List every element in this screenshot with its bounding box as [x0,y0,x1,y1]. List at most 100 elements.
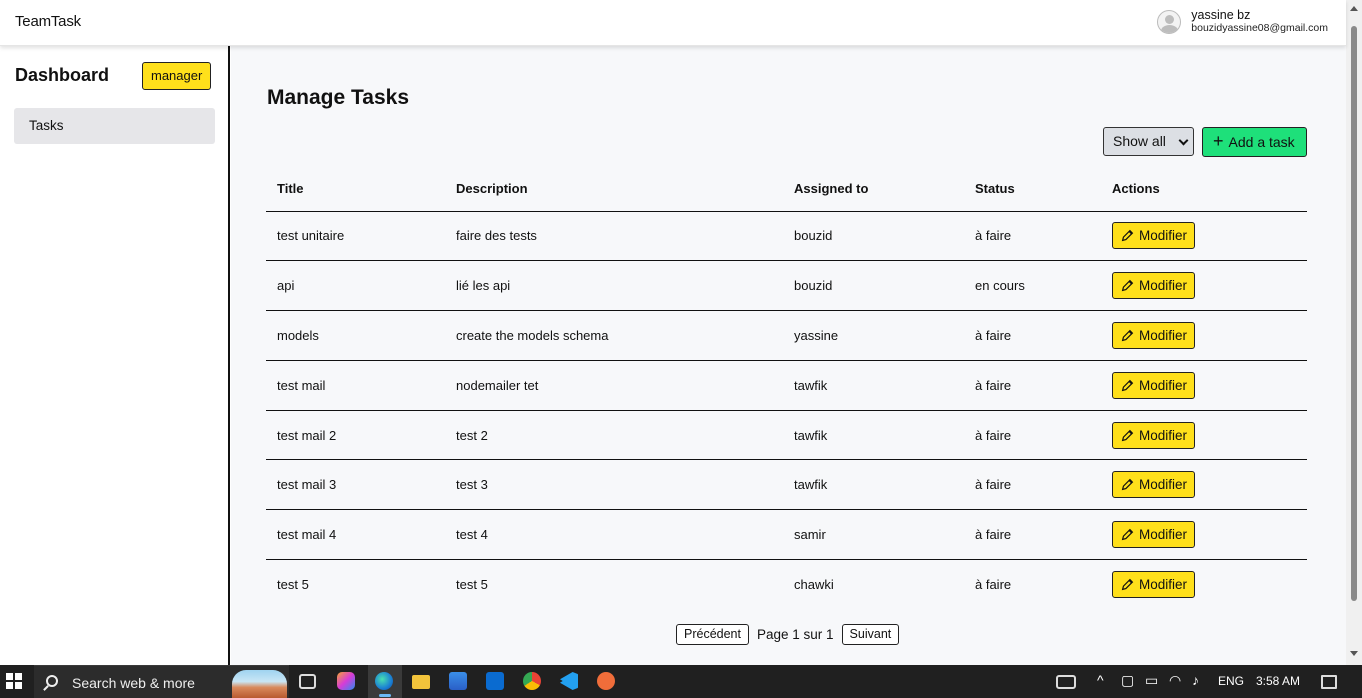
postman-icon[interactable] [597,672,615,690]
task-status: à faire [964,410,1101,461]
task-assignee: tawfik [783,459,964,511]
chrome-icon[interactable] [523,672,541,690]
user-email: bouzidyassine08@gmail.com [1191,22,1328,34]
file-explorer-icon[interactable] [412,675,430,689]
modify-button[interactable]: Modifier [1112,521,1196,549]
outlook-icon[interactable] [486,672,504,690]
task-status: en cours [964,260,1101,312]
news-widget-icon[interactable] [1056,675,1076,689]
task-title: test mail 3 [266,459,445,511]
task-title: test mail 4 [266,509,445,561]
clock[interactable]: 3:58 AM [1256,674,1300,688]
table-row: models create the models schema yassine … [266,310,1307,361]
device-icon[interactable]: ▢ [1121,672,1134,689]
pencil-icon [1121,429,1134,441]
search-icon [46,675,58,687]
chevron-down-icon [1178,135,1189,146]
edge-icon[interactable] [375,672,393,690]
scroll-up-icon[interactable] [1350,6,1358,11]
pencil-icon [1121,528,1134,541]
windows-start-icon[interactable] [6,673,22,689]
status-filter-select[interactable]: Show all [1103,127,1194,156]
wifi-icon[interactable]: ◠ [1169,672,1181,689]
task-actions: Modifier [1101,509,1307,561]
modify-button[interactable]: Modifier [1112,321,1196,349]
modify-button[interactable]: Modifier [1112,571,1196,599]
task-description: faire des tests [445,211,783,262]
pencil-icon [1121,279,1134,292]
modify-label: Modifier [1139,577,1188,593]
brand-name[interactable]: TeamTask [15,13,81,30]
task-title: test unitaire [266,211,445,262]
pagination: Précédent Page 1 sur 1 Suivant [676,624,900,645]
column-header-actions: Actions [1101,166,1307,212]
column-header-title: Title [266,166,445,212]
language-indicator[interactable]: ENG [1218,674,1244,688]
user-name: yassine bz [1191,8,1251,22]
table-row: test mail 2 test 2 tawfik à faire Modifi… [266,410,1307,461]
taskbar-search[interactable]: Search web & more [34,665,289,698]
task-status: à faire [964,211,1101,262]
notifications-icon[interactable] [1321,675,1337,689]
sidebar-item-tasks[interactable]: Tasks [14,108,215,144]
previous-page-button[interactable]: Précédent [676,624,749,645]
status-filter-value: Show all [1113,133,1166,149]
add-task-button[interactable]: + Add a task [1202,127,1307,157]
pencil-icon [1121,379,1134,391]
next-page-button[interactable]: Suivant [841,624,900,645]
search-highlight-image [232,670,287,698]
modify-button[interactable]: Modifier [1112,371,1196,399]
task-description: test 5 [456,577,488,593]
pencil-icon [1121,578,1134,591]
chevron-up-icon[interactable]: ^ [1097,672,1104,688]
modify-label: Modifier [1139,427,1188,443]
vertical-scrollbar[interactable] [1346,0,1362,665]
tasks-table: Title Description Assigned to Status Act… [266,166,1307,609]
page-indicator: Page 1 sur 1 [756,627,834,642]
task-status: à faire [975,577,1012,593]
task-title: test 5 [277,577,309,593]
task-actions: Modifier [1101,410,1307,461]
task-status: à faire [964,459,1101,511]
table-row: api lié les api bouzid en cours Modifier [266,260,1307,312]
vscode-icon[interactable] [560,672,578,690]
store-icon[interactable] [449,672,467,690]
column-header-description: Description [445,166,783,212]
taskbar-search-text: Search web & more [72,675,195,691]
task-assignee: chawki [794,577,834,593]
modify-label: Modifier [1139,527,1188,543]
battery-icon[interactable]: ▭ [1145,672,1158,689]
task-description: test 4 [445,509,783,561]
modify-label: Modifier [1139,377,1188,393]
task-description: create the models schema [445,310,783,361]
task-title: models [266,310,445,361]
modify-button[interactable]: Modifier [1112,222,1196,250]
volume-icon[interactable]: ♪ [1192,672,1199,688]
modify-label: Modifier [1139,278,1188,294]
pencil-icon [1121,230,1134,242]
taskbar: Search web & more ^ ▢ ▭ ◠ ♪ ENG 3:58 AM [0,665,1362,698]
plus-icon: + [1213,131,1224,151]
avatar-icon[interactable] [1157,10,1182,34]
scroll-down-icon[interactable] [1350,651,1358,656]
task-actions: Modifier [1101,560,1307,610]
table-row: test mail 3 test 3 tawfik à faire Modifi… [266,459,1307,511]
sidebar: Dashboard manager Tasks [0,46,230,665]
task-status: à faire [964,509,1101,561]
main-content: Manage Tasks Show all + Add a task Title … [231,46,1346,665]
user-profile[interactable]: yassine bz bouzidyassine08@gmail.com [1157,8,1328,35]
pencil-icon [1121,479,1134,491]
task-title: test mail 2 [266,410,445,461]
scrollbar-thumb[interactable] [1351,26,1357,601]
copilot-icon[interactable] [337,672,355,690]
modify-button[interactable]: Modifier [1112,272,1196,300]
dashboard-title: Dashboard [15,65,110,85]
task-view-icon[interactable] [299,674,316,689]
task-description: lié les api [445,260,783,312]
pencil-icon [1121,329,1134,342]
modify-label: Modifier [1139,327,1188,343]
task-assignee: yassine [783,310,964,361]
modify-button[interactable]: Modifier [1112,421,1196,449]
modify-button[interactable]: Modifier [1112,471,1196,499]
table-row: test 5 test 5 chawki à faire Modifier [266,560,1307,610]
